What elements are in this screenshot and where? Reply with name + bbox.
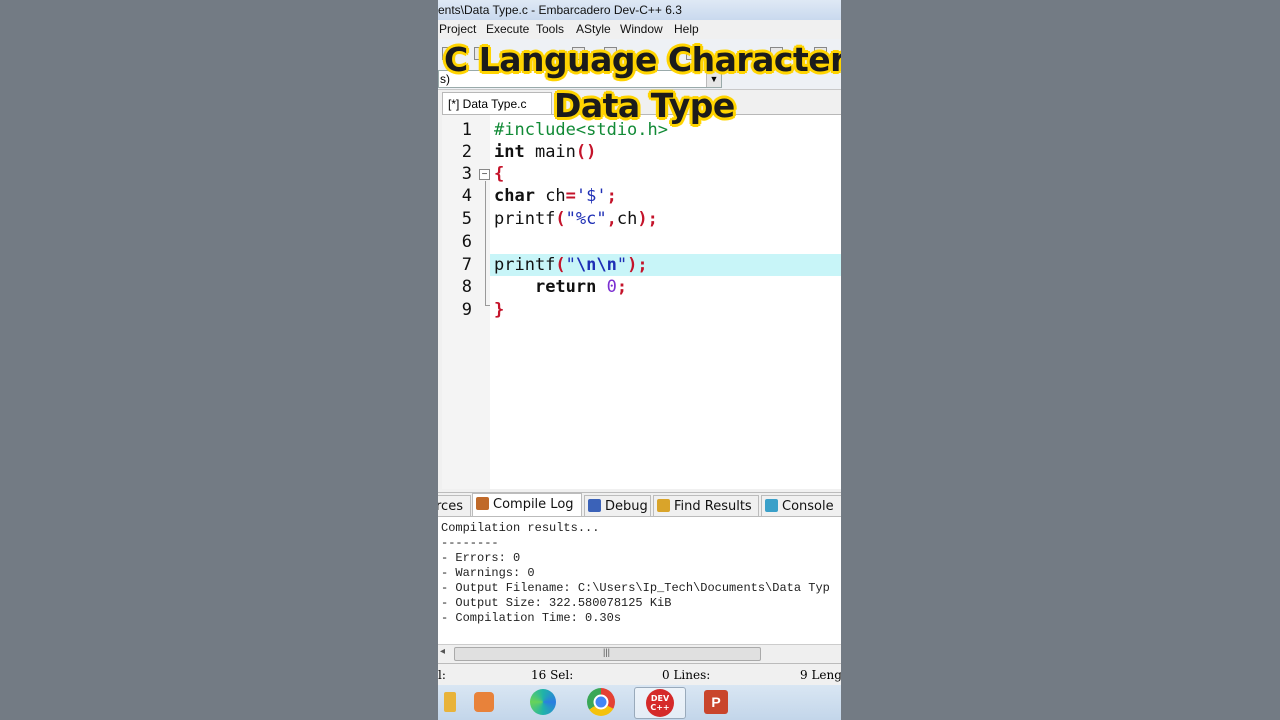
log-line: - Output Size: 322.580078125 KiB: [441, 596, 672, 610]
code-line[interactable]: printf("\n\n");: [494, 255, 648, 275]
code-line[interactable]: }: [494, 300, 504, 320]
line-number: 9: [461, 300, 472, 320]
editor-tab-label: [*] Data Type.c: [448, 97, 527, 111]
devcpp-badge: DEV C++: [646, 689, 674, 717]
line-number: 8: [461, 277, 472, 297]
log-line: - Compilation Time: 0.30s: [441, 611, 622, 625]
status-lines: 0 Lines:: [662, 668, 711, 682]
menu-execute[interactable]: Execute: [486, 20, 529, 39]
powerpoint-icon[interactable]: P: [700, 687, 732, 717]
tab-compile-log[interactable]: Compile Log: [472, 493, 582, 517]
video-title-line1: C Language Character: [444, 40, 841, 79]
tab-label: Compile Log: [493, 497, 574, 512]
scrollbar-thumb[interactable]: |||: [454, 647, 761, 661]
menu-bar: Project Execute Tools AStyle Window Help: [438, 20, 841, 39]
tab-resources[interactable]: rces: [438, 495, 471, 516]
compile-log-icon: [476, 497, 489, 510]
menu-tools[interactable]: Tools: [536, 20, 564, 39]
code-editor[interactable]: 1 2 3 4 5 6 7 8 9 − #include<stdio.h> in…: [442, 114, 841, 489]
log-line: - Warnings: 0: [441, 566, 535, 580]
log-line: Compilation results...: [441, 521, 600, 535]
find-results-icon: [657, 499, 670, 512]
title-bar: ents\Data Type.c - Embarcadero Dev-C++ 6…: [438, 0, 841, 20]
horizontal-scrollbar[interactable]: ◂ |||: [438, 644, 841, 662]
devcpp-icon[interactable]: DEV C++: [634, 687, 686, 719]
line-number: 7: [461, 255, 472, 275]
tab-label: Find Results: [674, 499, 752, 514]
taskbar: DEV C++ P: [438, 685, 841, 720]
fold-collapse-icon[interactable]: −: [479, 169, 490, 180]
line-number: 3: [461, 164, 472, 184]
console-icon: [765, 499, 778, 512]
chrome-icon[interactable]: [585, 687, 617, 717]
line-number: 1: [461, 120, 472, 140]
grip-icon: |||: [603, 647, 611, 657]
edge-icon[interactable]: [527, 687, 559, 717]
tab-data-type-c[interactable]: [*] Data Type.c: [442, 92, 552, 114]
code-line[interactable]: return 0;: [494, 277, 627, 297]
tab-label: rces: [438, 499, 463, 514]
media-player-icon[interactable]: [468, 687, 500, 717]
line-number: 4: [461, 186, 472, 206]
status-col: l:: [438, 668, 446, 682]
status-sel: 16 Sel:: [531, 668, 574, 682]
window-title: ents\Data Type.c - Embarcadero Dev-C++ 6…: [438, 3, 682, 17]
video-title-line2: Data Type: [554, 86, 735, 125]
menu-help[interactable]: Help: [674, 20, 699, 39]
tab-label: Console: [782, 499, 834, 514]
fold-guide: [485, 181, 486, 306]
tab-debug[interactable]: Debug: [584, 495, 651, 516]
devcpp-window: ents\Data Type.c - Embarcadero Dev-C++ 6…: [438, 0, 841, 720]
tab-console[interactable]: Console: [761, 495, 841, 516]
status-bar: l: 16 Sel: 0 Lines: 9 Leng: [438, 663, 841, 686]
menu-project[interactable]: Project: [439, 20, 476, 39]
bottom-panel-tabs: rces Compile Log Debug Find Results Cons…: [438, 492, 841, 517]
line-number: 6: [461, 232, 472, 252]
menu-astyle[interactable]: AStyle: [576, 20, 611, 39]
folder-icon[interactable]: [438, 687, 466, 717]
code-line[interactable]: char ch='$';: [494, 186, 617, 206]
scroll-left-icon[interactable]: ◂: [440, 646, 445, 657]
line-number: 2: [461, 142, 472, 162]
compile-log-output[interactable]: Compilation results... -------- - Errors…: [438, 516, 841, 645]
tab-find-results[interactable]: Find Results: [653, 495, 759, 516]
tab-label: Debug: [605, 499, 648, 514]
fold-guide-end: [485, 305, 490, 306]
code-line[interactable]: printf("%c",ch);: [494, 209, 658, 229]
code-line[interactable]: {: [494, 164, 504, 184]
debug-icon: [588, 499, 601, 512]
code-line[interactable]: int main(): [494, 142, 596, 162]
log-line: - Errors: 0: [441, 551, 521, 565]
log-line: - Output Filename: C:\Users\Ip_Tech\Docu…: [441, 581, 830, 595]
log-line: --------: [441, 536, 499, 550]
line-number: 5: [461, 209, 472, 229]
status-length: 9 Leng: [800, 668, 841, 682]
menu-window[interactable]: Window: [620, 20, 663, 39]
